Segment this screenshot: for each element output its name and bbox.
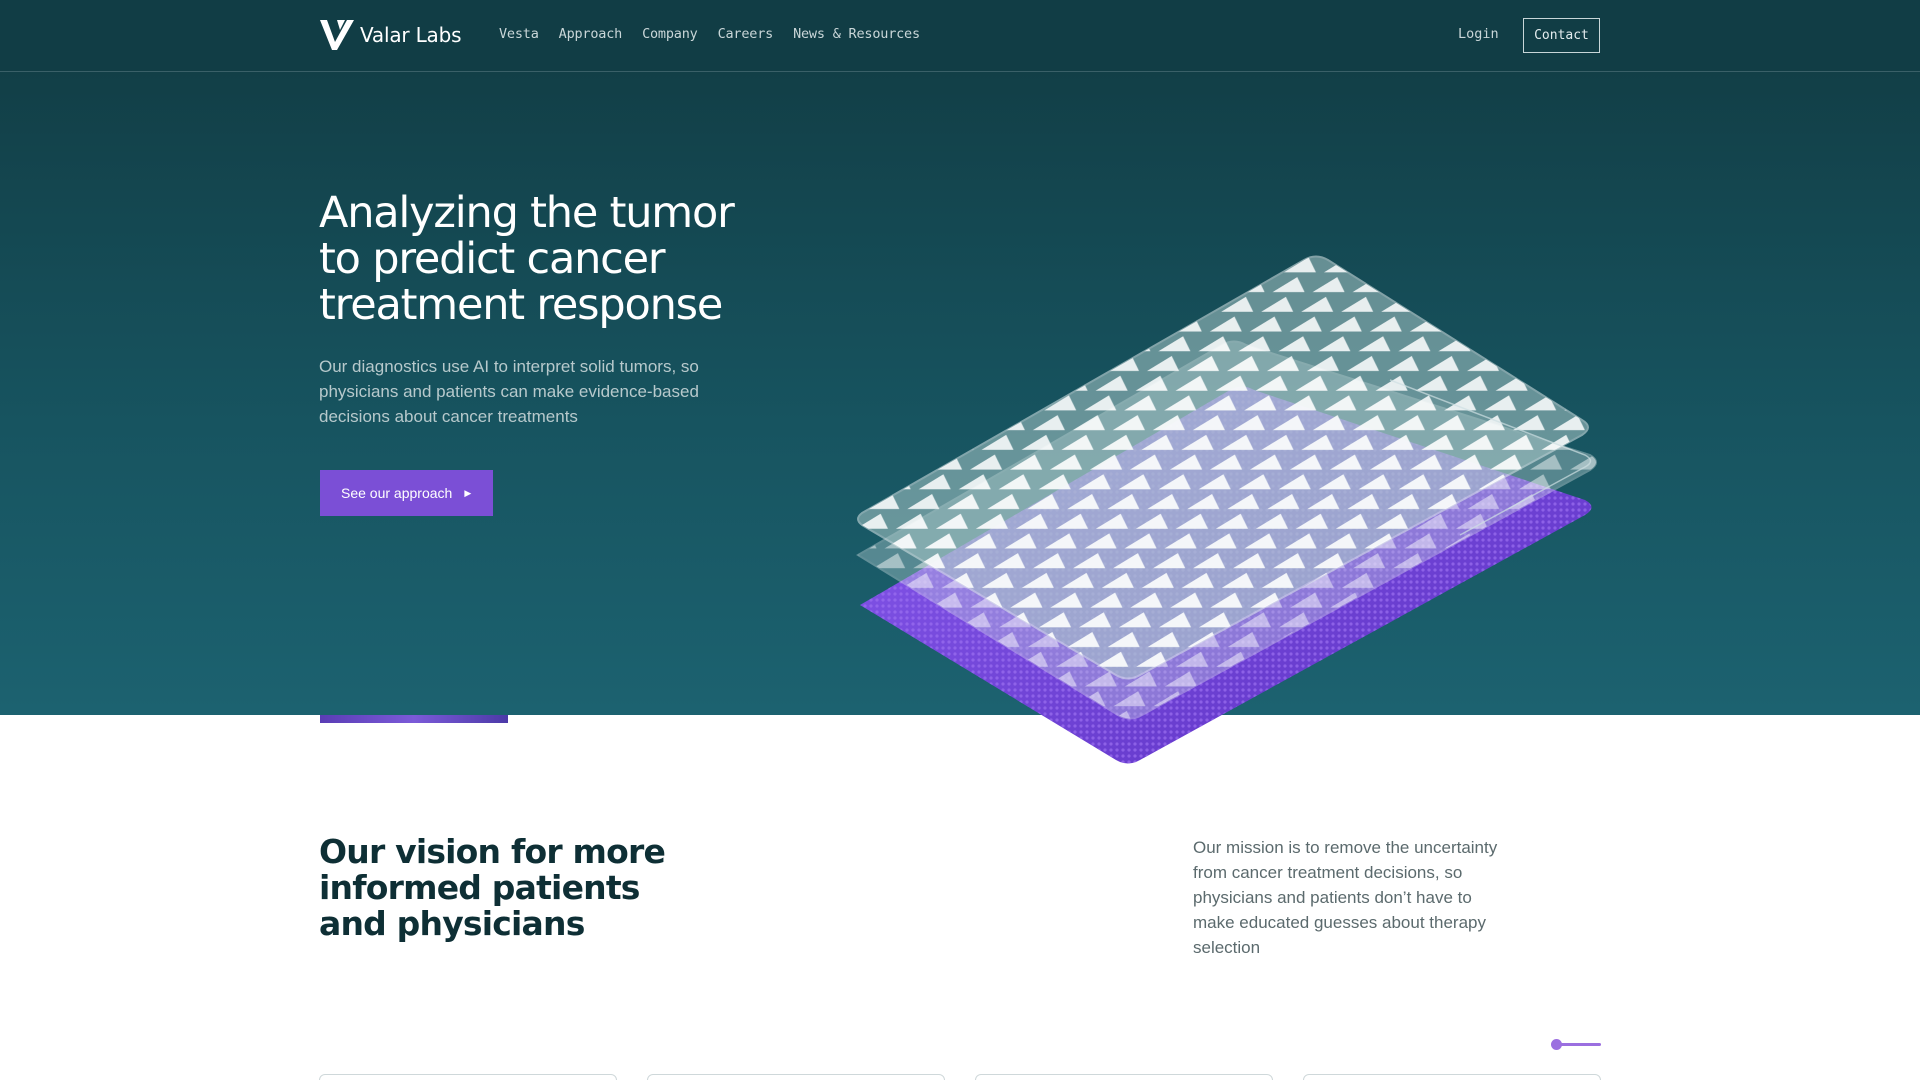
nav-item-vesta[interactable]: Vesta: [499, 26, 539, 42]
nav-item-approach[interactable]: Approach: [559, 26, 623, 42]
tumor-layers-illustration: [856, 255, 1597, 764]
carousel-progress[interactable]: [1551, 1039, 1601, 1051]
nav-item-careers[interactable]: Careers: [718, 26, 774, 42]
cta-label: See our approach: [341, 485, 453, 501]
nav-item-news-resources[interactable]: News & Resources: [793, 26, 920, 42]
card-row: [319, 1074, 1601, 1080]
contact-button[interactable]: Contact: [1523, 18, 1600, 53]
brand-logo[interactable]: Valar Labs: [319, 18, 461, 52]
hero-title: Analyzing the tumor to predict cancer tr…: [319, 188, 735, 330]
card[interactable]: [1303, 1074, 1601, 1080]
carousel-track: [1557, 1043, 1601, 1046]
carousel-handle[interactable]: [1551, 1039, 1562, 1050]
mission-text: Our mission is to remove the uncertainty…: [1193, 838, 1498, 957]
play-arrow-icon: ▶: [464, 487, 472, 498]
see-approach-button[interactable]: See our approach ▶: [320, 470, 493, 516]
valar-logo-icon: [320, 20, 354, 50]
site-header: Valar Labs Vesta Approach Company Career…: [0, 0, 1920, 72]
hero-subtitle: Our diagnostics use AI to interpret soli…: [319, 357, 699, 426]
main-nav: Vesta Approach Company Careers News & Re…: [499, 26, 920, 42]
card[interactable]: [319, 1074, 617, 1080]
card[interactable]: [647, 1074, 945, 1080]
card[interactable]: [975, 1074, 1273, 1080]
vision-title: Our vision for more informed patients an…: [319, 832, 666, 943]
hero-accent-strip: [320, 715, 508, 723]
nav-item-company[interactable]: Company: [642, 26, 698, 42]
login-link[interactable]: Login: [1458, 26, 1499, 42]
brand-name: Valar Labs: [360, 23, 462, 47]
